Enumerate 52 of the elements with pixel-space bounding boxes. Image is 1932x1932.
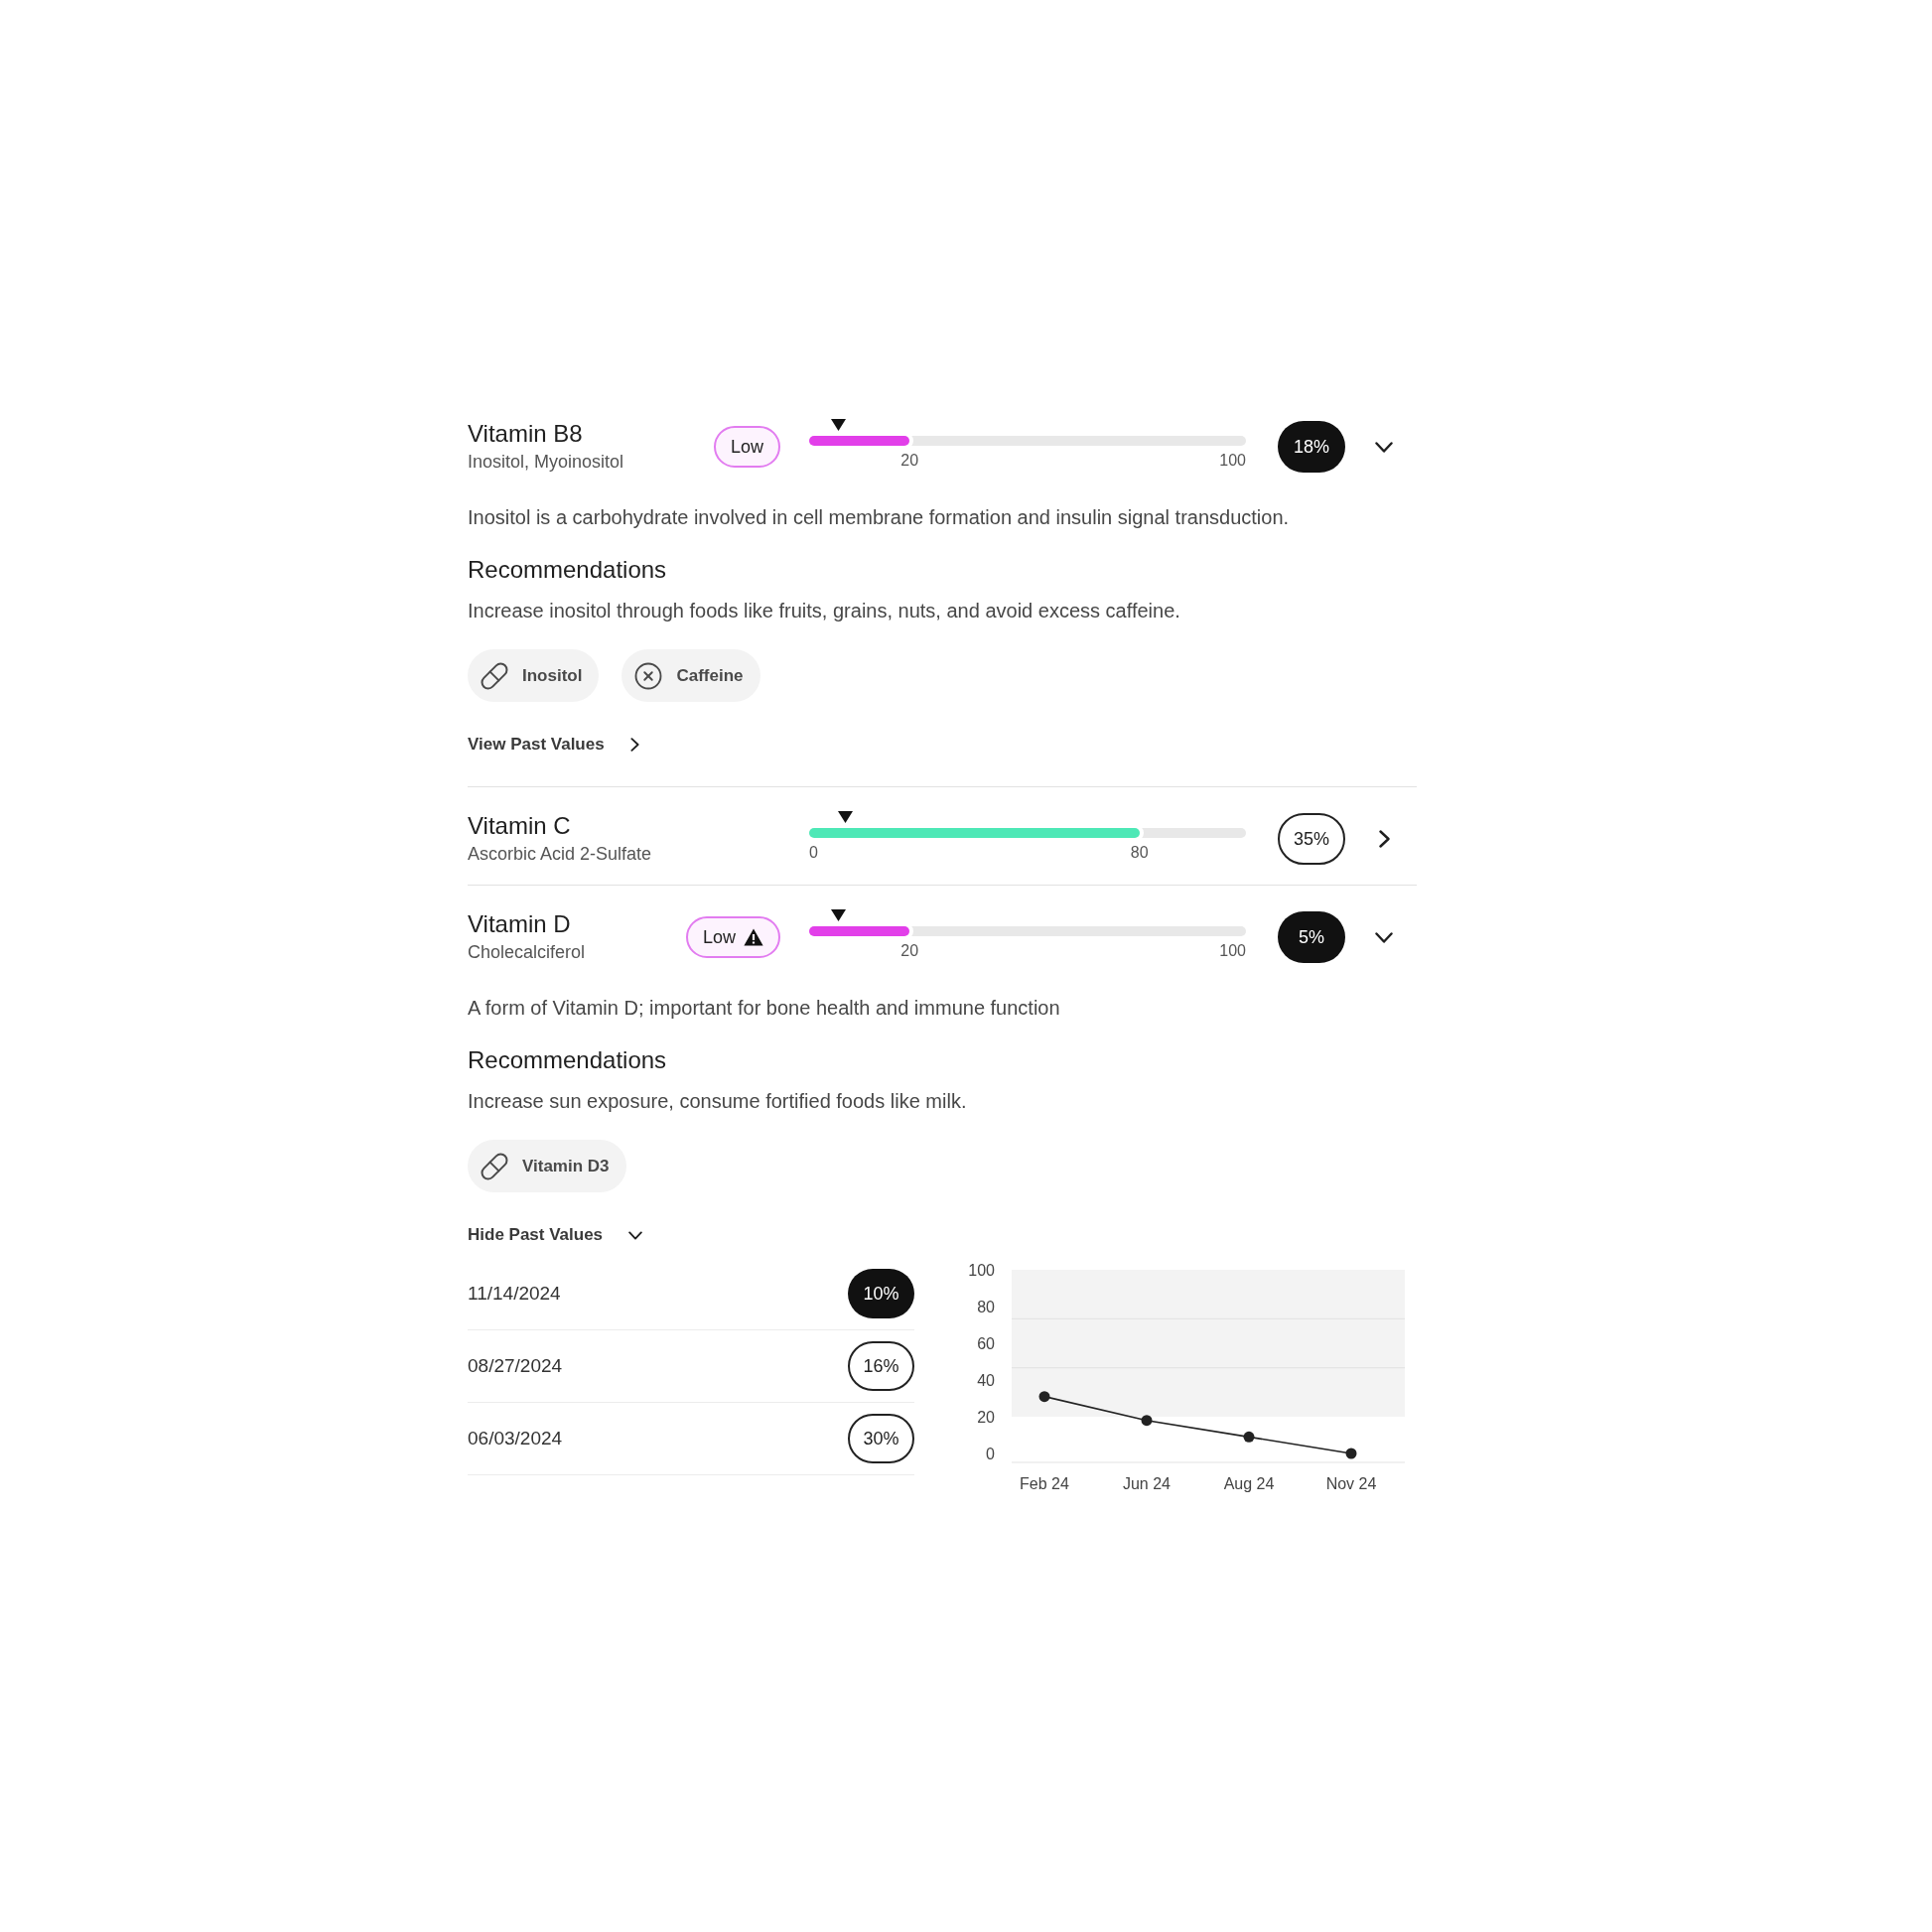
data-point [1345, 1448, 1357, 1459]
score-pill: 10% [848, 1269, 914, 1318]
past-values-toggle[interactable]: View Past Values [468, 733, 639, 757]
scale-label: 80 [1130, 843, 1149, 863]
scale-label: 100 [1219, 941, 1246, 961]
scale-label: 20 [900, 941, 919, 961]
pill-icon [480, 660, 509, 691]
history-date: 06/03/2024 [468, 1426, 563, 1450]
x-axis-label: Feb 24 [1020, 1474, 1069, 1492]
biomarker-subtitle: Ascorbic Acid 2-Sulfate [468, 843, 653, 866]
scale-label: 0 [809, 843, 818, 863]
score-pill: 16% [848, 1341, 914, 1391]
past-values-toggle[interactable]: Hide Past Values [468, 1223, 643, 1247]
recommendations-heading: Recommendations [468, 555, 668, 585]
x-circle-icon [633, 660, 664, 691]
biomarker-name: Vitamin C [468, 812, 572, 840]
biomarker-subtitle: Inositol, Myoinositol [468, 451, 625, 474]
x-axis-label: Aug 24 [1223, 1474, 1275, 1492]
biomarker-name: Vitamin D [468, 910, 572, 938]
score-pill: 18% [1278, 421, 1345, 473]
history-date: 11/14/2024 [468, 1281, 561, 1306]
score-pill: 5% [1278, 911, 1345, 963]
y-axis-label: 20 [977, 1408, 995, 1426]
recommendations-text: Increase inositol through foods like fruits, grains, nuts, and avoid excess caffeine. [468, 599, 1181, 623]
score-pill: 35% [1278, 813, 1345, 865]
pill-icon [480, 1151, 509, 1181]
scale-label: 100 [1219, 451, 1246, 471]
biomarker-subtitle: Cholecalciferol [468, 941, 587, 964]
recommendation-chip[interactable]: Caffeine [621, 649, 760, 702]
y-axis-label: 100 [968, 1261, 995, 1279]
status-label: Low [702, 925, 736, 949]
description-text: A form of Vitamin D; important for bone health and immune function [468, 996, 1061, 1021]
recommendation-chip[interactable]: Vitamin D3 [468, 1140, 626, 1192]
scale-label: 20 [900, 451, 919, 471]
score-pill: 30% [848, 1414, 914, 1463]
description-text: Inositol is a carbohydrate involved in cell membrane formation and insulin signal transduction. [468, 505, 1291, 530]
history-date: 08/27/2024 [468, 1353, 563, 1378]
biomarker-name: Vitamin B8 [468, 420, 584, 448]
data-point [1141, 1415, 1153, 1427]
x-axis-label: Nov 24 [1325, 1474, 1377, 1492]
y-axis-label: 80 [977, 1298, 995, 1315]
recommendations-text: Increase sun exposure, consume fortified foods like milk. [468, 1089, 968, 1114]
x-axis-label: Jun 24 [1123, 1474, 1171, 1492]
recommendations-heading: Recommendations [468, 1045, 668, 1075]
y-axis-label: 0 [986, 1445, 995, 1462]
status-label: Low [730, 435, 763, 459]
warning-icon [744, 928, 763, 946]
y-axis-label: 60 [977, 1334, 995, 1352]
data-point [1243, 1431, 1255, 1443]
data-point [1038, 1391, 1050, 1403]
recommendation-chip[interactable]: Inositol [468, 649, 600, 702]
y-axis-label: 40 [977, 1371, 995, 1389]
